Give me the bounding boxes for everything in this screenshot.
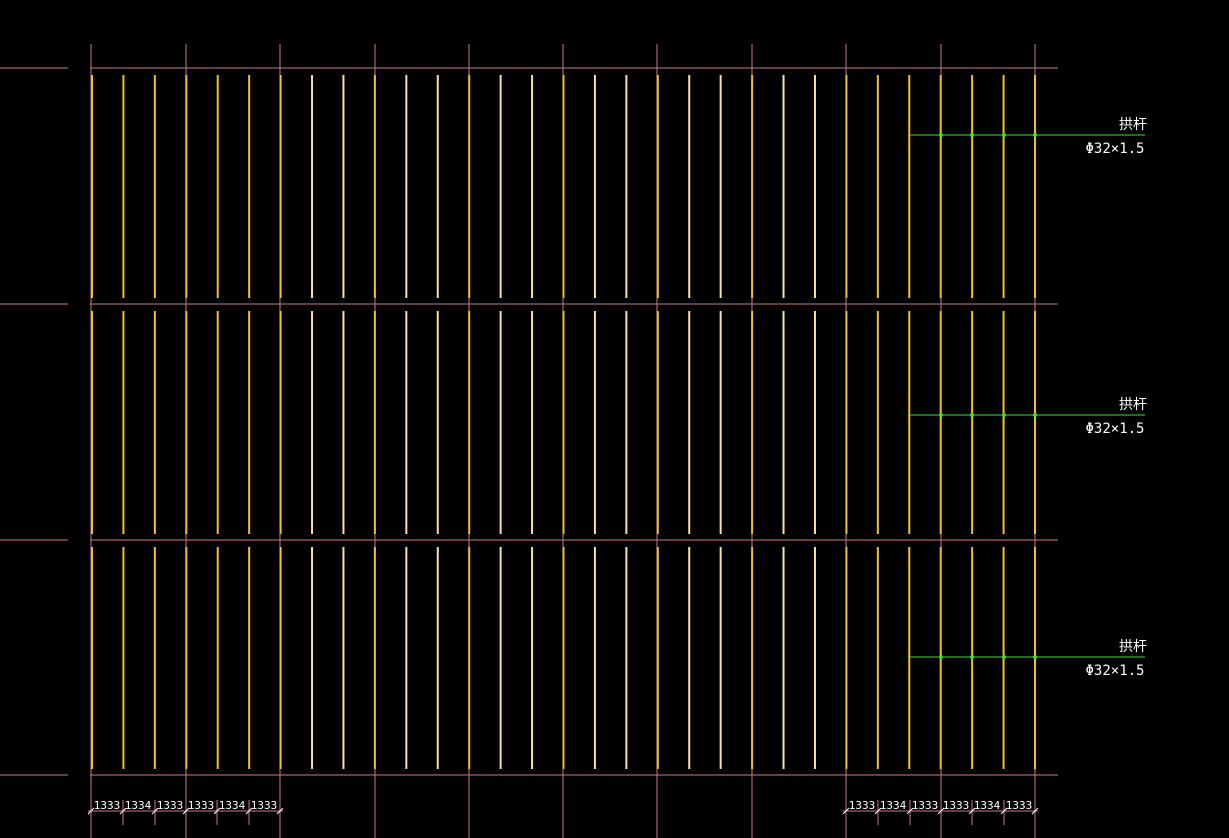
annotation-2-name: 拱杆 (1119, 397, 1147, 413)
annotation-1: 拱杆 Φ32×1.5 (1085, 117, 1147, 157)
grid-lines (0, 44, 1058, 838)
dimension-text: 1333 (912, 799, 939, 812)
dimension-text: 1334 (880, 799, 907, 812)
brace-node (1033, 413, 1037, 417)
annotation-3-name: 拱杆 (1119, 639, 1147, 655)
annotation-3-spec: Φ32×1.5 (1085, 663, 1144, 679)
brace-node (1002, 133, 1006, 137)
brace-lines (910, 133, 1145, 659)
annotation-1-name: 拱杆 (1119, 117, 1147, 133)
annotation-3: 拱杆 Φ32×1.5 (1085, 639, 1147, 679)
brace-node (1002, 413, 1006, 417)
dimension-text: 1334 (974, 799, 1001, 812)
dimension-text: 1334 (125, 799, 152, 812)
dimension-text: 1333 (1006, 799, 1033, 812)
cad-drawing-canvas[interactable]: 拱杆 Φ32×1.5 拱杆 Φ32×1.5 拱杆 Φ32×1.5 1333 13… (0, 0, 1229, 838)
dimension-text: 1333 (188, 799, 215, 812)
brace-node (970, 133, 974, 137)
batten-lines (91, 75, 1036, 769)
brace-node (970, 413, 974, 417)
dimension-text: 1333 (943, 799, 970, 812)
dimension-text: 1333 (157, 799, 184, 812)
brace-node (939, 133, 943, 137)
brace-node (939, 655, 943, 659)
brace-node (1033, 655, 1037, 659)
brace-node (1002, 655, 1006, 659)
dimension-text: 1334 (219, 799, 246, 812)
annotation-2-spec: Φ32×1.5 (1085, 421, 1144, 437)
brace-node (939, 413, 943, 417)
dimension-text: 1333 (849, 799, 876, 812)
dimension-text: 1333 (94, 799, 121, 812)
dimension-text: 1333 (251, 799, 278, 812)
brace-node (970, 655, 974, 659)
annotation-1-spec: Φ32×1.5 (1085, 141, 1144, 157)
brace-node (1033, 133, 1037, 137)
annotation-2: 拱杆 Φ32×1.5 (1085, 397, 1147, 437)
